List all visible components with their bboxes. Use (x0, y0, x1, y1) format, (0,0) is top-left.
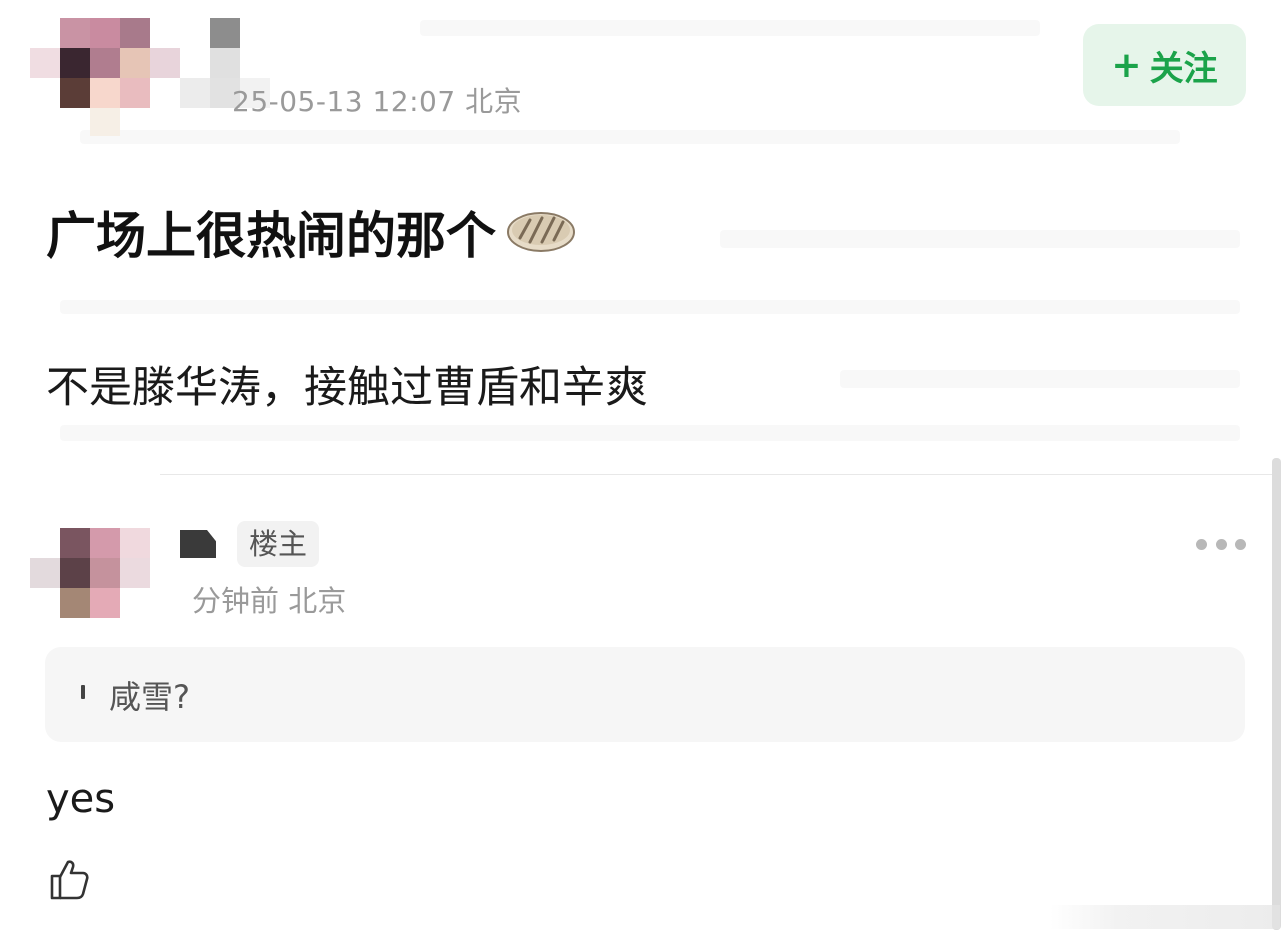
post-title: 广场上很热闹的那个 (46, 196, 576, 268)
thumbs-up-icon[interactable] (46, 856, 94, 904)
more-dots-icon[interactable] (1196, 535, 1246, 553)
quote-mark (81, 685, 85, 699)
post-body: 不是滕华涛，接触过曹盾和辛爽 (46, 363, 648, 413)
blurred-background (420, 20, 1040, 36)
quoted-reply[interactable]: 咸雪? (45, 647, 1245, 742)
bottom-shadow (1050, 905, 1280, 929)
plus-icon: + (1111, 44, 1142, 86)
blurred-background (60, 425, 1240, 441)
quoted-text: 咸雪? (109, 677, 190, 716)
comment-time-location: 分钟前 北京 (192, 584, 347, 618)
follow-label: 关注 (1149, 48, 1218, 89)
blurred-background (720, 230, 1240, 248)
follow-button[interactable]: + 关注 (1083, 24, 1246, 106)
dot (1235, 538, 1246, 550)
bread-icon (506, 209, 576, 255)
commenter-name[interactable] (180, 530, 216, 558)
divider (160, 474, 1272, 475)
commenter-avatar[interactable] (30, 528, 150, 618)
blurred-background (840, 370, 1240, 388)
op-badge: 楼主 (237, 521, 320, 567)
comment-text: yes (46, 776, 116, 822)
weibo-post-page: 25-05-13 12:07 北京 + 关注 广场上很热闹的那个 不是滕华涛，接… (0, 0, 1287, 945)
dot (1196, 538, 1207, 550)
dot (1215, 538, 1227, 550)
post-timestamp-location: 25-05-13 12:07 北京 (232, 85, 523, 118)
post-title-text: 广场上很热闹的那个 (46, 207, 496, 265)
blurred-background (60, 300, 1240, 314)
scrollbar[interactable] (1272, 458, 1281, 930)
